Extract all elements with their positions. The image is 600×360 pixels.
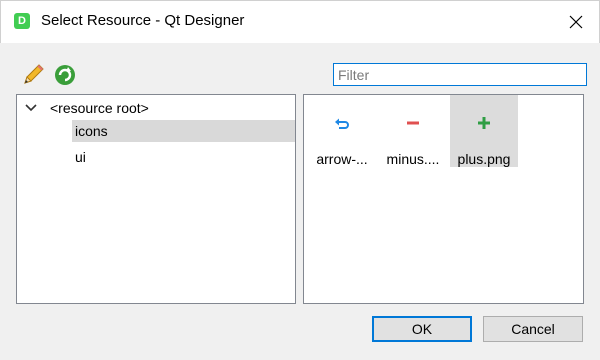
file-item-plus[interactable]: plus.png xyxy=(450,95,518,167)
reload-button[interactable] xyxy=(52,62,78,88)
tree-item-label: icons xyxy=(75,123,108,139)
file-item-arrow[interactable]: arrow-... xyxy=(308,95,376,167)
resource-tree[interactable]: <resource root> icons ui xyxy=(16,94,296,304)
close-button[interactable] xyxy=(553,1,599,43)
tree-item-label: <resource root> xyxy=(50,100,149,116)
window-title: Select Resource - Qt Designer xyxy=(41,12,245,29)
close-icon xyxy=(569,15,583,29)
pencil-icon xyxy=(24,64,44,84)
file-label: minus.... xyxy=(386,151,440,167)
qt-designer-app-icon: D xyxy=(14,13,30,29)
tree-item-icons[interactable]: icons xyxy=(72,120,295,142)
ok-button[interactable]: OK xyxy=(372,316,472,342)
reload-icon xyxy=(55,65,75,85)
edit-resources-button[interactable] xyxy=(20,62,46,88)
file-item-minus[interactable]: minus.... xyxy=(379,95,447,167)
file-label: plus.png xyxy=(457,151,511,167)
file-label: arrow-... xyxy=(316,151,368,167)
title-bar: D Select Resource - Qt Designer xyxy=(0,0,600,43)
cancel-button[interactable]: Cancel xyxy=(483,316,583,342)
chevron-down-icon[interactable] xyxy=(25,103,37,113)
file-list[interactable]: arrow-... minus.... plus.png xyxy=(303,94,584,304)
tree-item-label: ui xyxy=(75,149,86,165)
arrow-back-icon xyxy=(335,118,349,129)
plus-icon xyxy=(478,117,490,129)
filter-input[interactable] xyxy=(333,63,587,86)
tree-item-ui[interactable]: ui xyxy=(72,146,295,168)
minus-icon xyxy=(407,121,419,125)
tree-item-resource-root[interactable]: <resource root> xyxy=(17,97,295,119)
